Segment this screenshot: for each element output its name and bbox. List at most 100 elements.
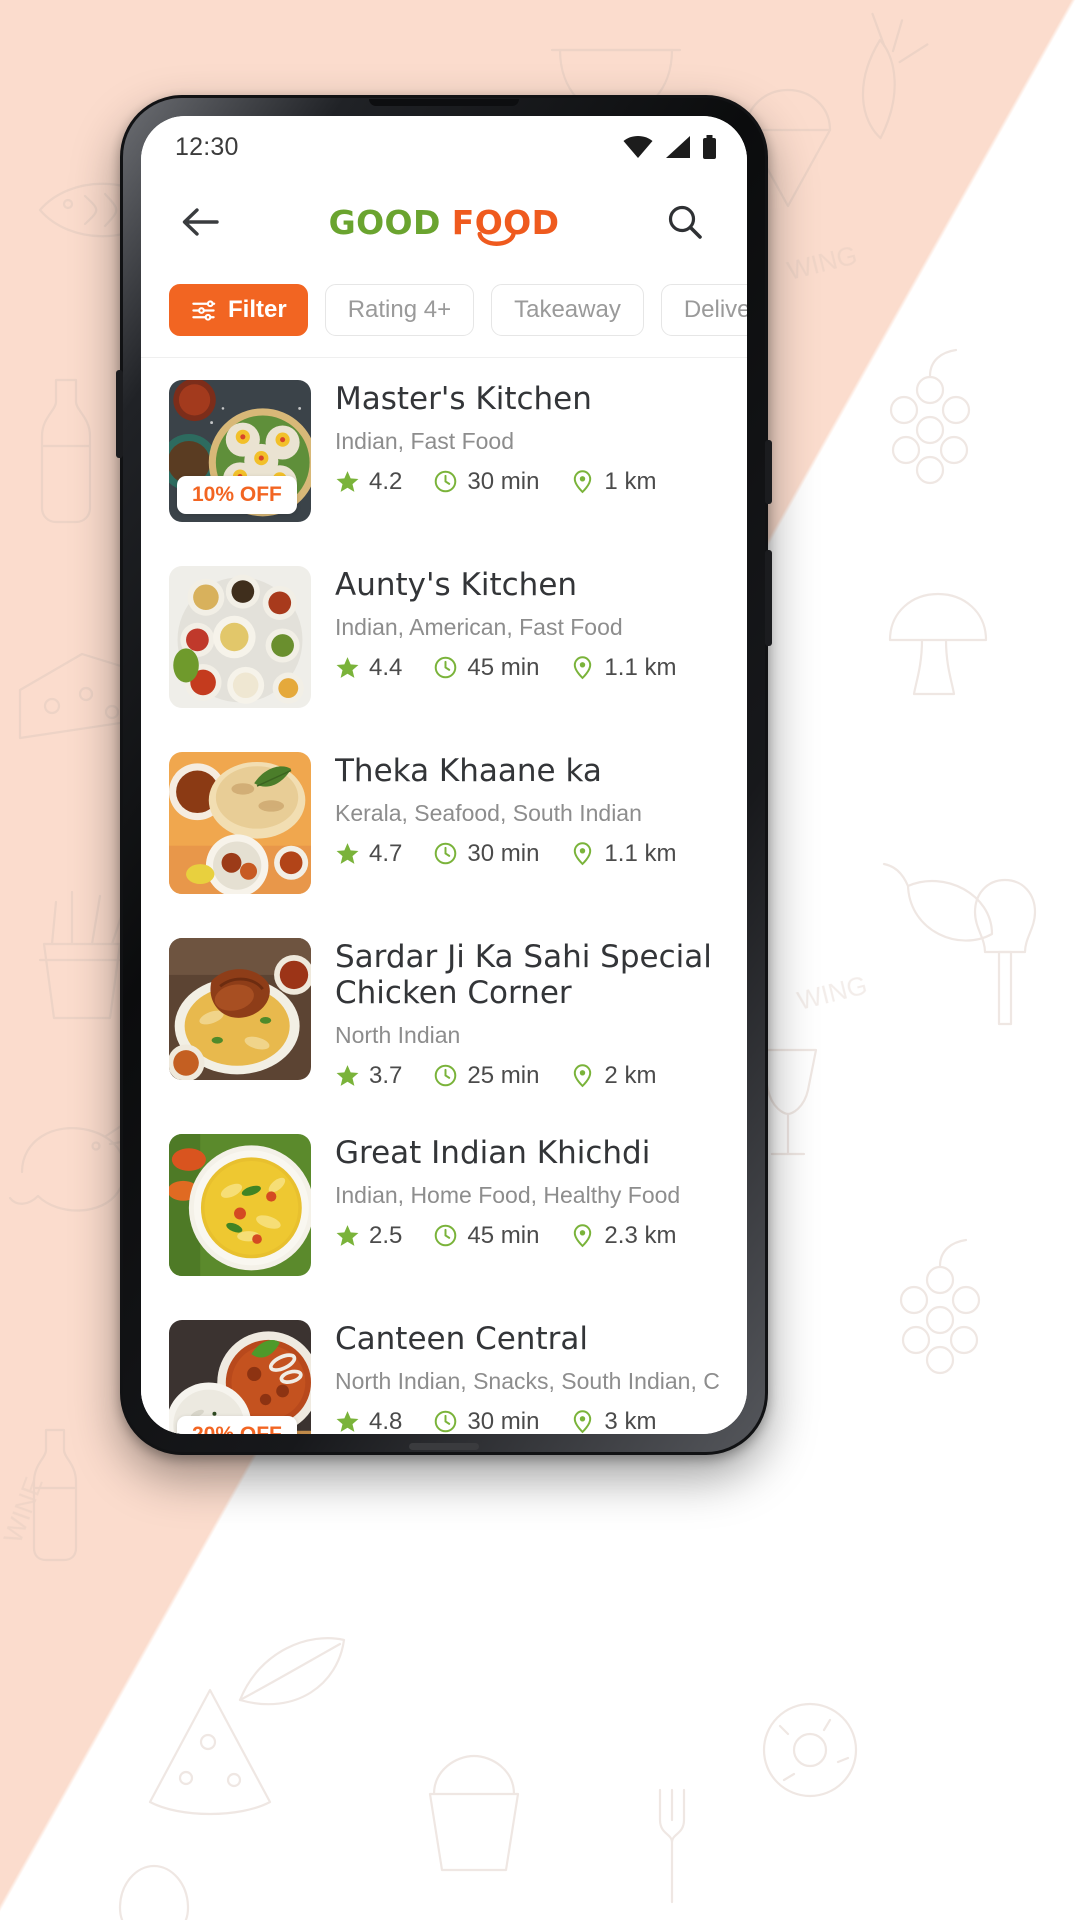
time-value: 25 min: [467, 1061, 540, 1089]
time-value: 45 min: [467, 1221, 540, 1249]
restaurant-name: Canteen Central: [335, 1321, 588, 1357]
clock-icon: [433, 1223, 458, 1248]
time-item: 45 min: [433, 654, 539, 682]
phone-screen: 12:30 GOOD FOOD Filter Rating 4+ Takeawa…: [141, 116, 747, 1434]
rating-value: 4.7: [369, 839, 403, 867]
restaurant-info: Theka Khaane ka Kerala, Seafood, South I…: [335, 752, 721, 868]
star-icon: [335, 1063, 360, 1088]
search-button[interactable]: [659, 196, 711, 248]
wifi-icon: [623, 135, 653, 158]
distance-item: 2 km: [570, 1062, 656, 1090]
restaurant-card[interactable]: 20% OFF Canteen Central North Indian, Sn…: [141, 1298, 747, 1434]
clock-icon: [433, 1409, 458, 1434]
filter-chip-label: Filter: [228, 296, 287, 323]
restaurant-cuisine: North Indian: [335, 1021, 461, 1048]
restaurant-info: Canteen Central North Indian, Snacks, So…: [335, 1320, 721, 1434]
food-photo-paratha: [169, 752, 311, 894]
distance-item: 2.3 km: [570, 1222, 676, 1250]
star-icon: [335, 1409, 360, 1434]
food-photo-biryani-chicken: [169, 938, 311, 1080]
restaurant-info: Master's Kitchen Indian, Fast Food 4.2 3…: [335, 380, 721, 496]
location-pin-icon: [570, 841, 595, 866]
discount-badge: 10% OFF: [177, 476, 297, 514]
clock-icon: [433, 841, 458, 866]
rating-item: 4.7: [335, 840, 402, 868]
logo-text-good: GOOD: [328, 202, 441, 242]
distance-value: 2.3 km: [604, 1221, 677, 1249]
restaurant-thumbnail: [169, 566, 311, 708]
filter-chip-label: Takeaway: [514, 296, 621, 323]
restaurant-thumbnail: [169, 938, 311, 1080]
restaurant-card[interactable]: 10% OFF Master's Kitchen Indian, Fast Fo…: [141, 358, 747, 544]
distance-value: 2 km: [604, 1061, 657, 1089]
rating-item: 4.2: [335, 468, 402, 496]
distance-item: 3 km: [570, 1408, 656, 1434]
status-time: 12:30: [175, 132, 239, 161]
restaurant-cuisine: Kerala, Seafood, South Indian: [335, 799, 642, 826]
distance-item: 1.1 km: [570, 840, 676, 868]
food-photo-thali: [169, 566, 311, 708]
restaurant-meta: 4.8 30 min 3 km: [335, 1408, 721, 1434]
restaurant-list[interactable]: 10% OFF Master's Kitchen Indian, Fast Fo…: [141, 358, 747, 1434]
restaurant-thumbnail: [169, 752, 311, 894]
filter-chip-rating[interactable]: Rating 4+: [324, 284, 475, 336]
volume-button[interactable]: [765, 550, 772, 646]
rating-value: 3.7: [369, 1061, 403, 1089]
location-pin-icon: [570, 469, 595, 494]
time-value: 30 min: [467, 839, 540, 867]
restaurant-cuisine: Indian, American, Fast Food: [335, 613, 623, 640]
location-pin-icon: [570, 1223, 595, 1248]
app-header: GOOD FOOD: [141, 178, 747, 266]
restaurant-name: Theka Khaane ka: [335, 754, 602, 789]
time-value: 30 min: [467, 1407, 540, 1434]
distance-value: 3 km: [604, 1407, 657, 1434]
time-value: 30 min: [467, 467, 540, 495]
power-button[interactable]: [765, 440, 772, 504]
restaurant-card[interactable]: Theka Khaane ka Kerala, Seafood, South I…: [141, 730, 747, 916]
phone-mockup: 12:30 GOOD FOOD Filter Rating 4+ Takeawa…: [116, 95, 772, 1455]
restaurant-thumbnail: [169, 1133, 311, 1276]
filter-chip-delivery[interactable]: Delivery: [660, 284, 747, 336]
restaurant-info: Aunty's Kitchen Indian, American, Fast F…: [335, 566, 721, 682]
app-logo: GOOD FOOD: [328, 202, 560, 246]
location-pin-icon: [570, 1063, 595, 1088]
back-button[interactable]: [169, 199, 231, 245]
distance-value: 1.1 km: [604, 653, 677, 681]
restaurant-meta: 3.7 25 min 2 km: [335, 1062, 721, 1090]
filter-chip-label: Delivery: [683, 296, 747, 323]
rating-item: 2.5: [335, 1222, 402, 1250]
star-icon: [335, 655, 360, 680]
restaurant-info: Great Indian Khichdi Indian, Home Food, …: [335, 1134, 721, 1250]
time-item: 30 min: [433, 468, 539, 496]
distance-value: 1 km: [604, 467, 657, 495]
time-item: 45 min: [433, 1222, 539, 1250]
svg-text:WING: WING: [784, 240, 860, 286]
restaurant-name: Sardar Ji Ka Sahi Special Chicken Corner: [335, 940, 712, 1011]
restaurant-card[interactable]: Great Indian Khichdi Indian, Home Food, …: [141, 1112, 747, 1298]
restaurant-name: Great Indian Khichdi: [335, 1135, 651, 1171]
time-value: 45 min: [467, 653, 540, 681]
left-side-button[interactable]: [116, 370, 123, 458]
rating-value: 4.4: [369, 653, 403, 681]
svg-text:WING: WING: [794, 970, 870, 1016]
distance-item: 1 km: [570, 468, 656, 496]
rating-item: 4.4: [335, 654, 402, 682]
restaurant-card[interactable]: Aunty's Kitchen Indian, American, Fast F…: [141, 544, 747, 730]
star-icon: [335, 841, 360, 866]
distance-value: 1.1 km: [604, 839, 677, 867]
filter-chip-takeaway[interactable]: Takeaway: [491, 284, 644, 336]
filter-chips-row[interactable]: Filter Rating 4+ Takeaway Delivery Pur: [141, 266, 747, 358]
restaurant-card[interactable]: Sardar Ji Ka Sahi Special Chicken Corner…: [141, 916, 747, 1112]
status-bar: 12:30: [141, 116, 747, 178]
location-pin-icon: [570, 655, 595, 680]
filter-chip-label: Rating 4+: [347, 296, 452, 323]
restaurant-name: Aunty's Kitchen: [335, 568, 578, 603]
restaurant-meta: 4.4 45 min 1.1 km: [335, 654, 721, 682]
distance-item: 1.1 km: [570, 654, 676, 682]
restaurant-thumbnail: 20% OFF: [169, 1319, 311, 1434]
location-pin-icon: [570, 1409, 595, 1434]
phone-earpiece: [369, 99, 519, 106]
filter-chip-filter[interactable]: Filter: [169, 284, 308, 336]
signal-icon: [666, 135, 690, 158]
rating-item: 3.7: [335, 1062, 402, 1090]
